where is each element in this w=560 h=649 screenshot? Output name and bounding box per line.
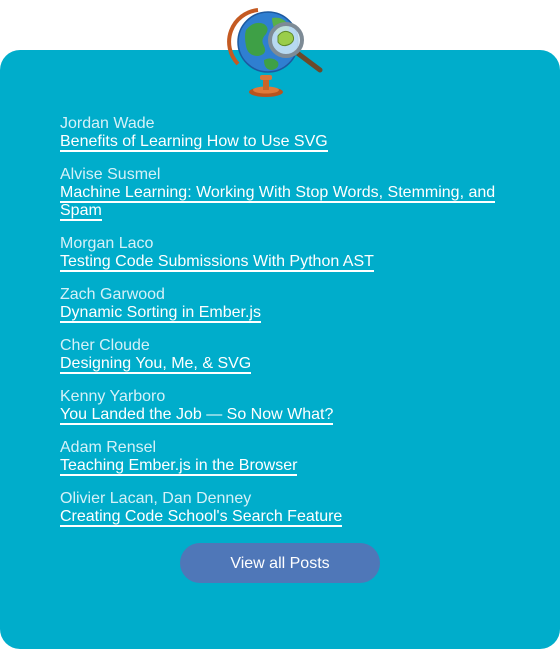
post-item: Kenny Yarboro You Landed the Job — So Now…: [60, 388, 510, 425]
post-title-link[interactable]: Benefits of Learning How to Use SVG: [60, 133, 328, 152]
post-item: Cher Cloude Designing You, Me, & SVG: [60, 337, 510, 374]
post-author: Cher Cloude: [60, 337, 150, 354]
post-author: Adam Rensel: [60, 439, 157, 456]
post-title-link[interactable]: Testing Code Submissions With Python AST: [60, 253, 374, 272]
post-title-link[interactable]: Machine Learning: Working With Stop Word…: [60, 184, 496, 221]
post-author: Zach Garwood: [60, 286, 165, 303]
post-title-link[interactable]: Dynamic Sorting in Ember.js: [60, 304, 261, 323]
post-author: Olivier Lacan, Dan Denney: [60, 490, 252, 507]
post-item: Morgan Laco Testing Code Submissions With…: [60, 235, 510, 272]
post-author: Morgan Laco: [60, 235, 154, 252]
post-item: Olivier Lacan, Dan Denney Creating Code S…: [60, 490, 510, 527]
post-author: Kenny Yarboro: [60, 388, 166, 405]
posts-list: Jordan Wade Benefits of Learning How to U…: [60, 115, 510, 541]
post-item: Alvise Susmel Machine Learning: Working W…: [60, 166, 510, 221]
post-item: Adam Rensel Teaching Ember.js in the Brow…: [60, 439, 510, 476]
post-author: Jordan Wade: [60, 115, 155, 132]
globe-with-magnifier-icon: [227, 8, 323, 97]
post-title-link[interactable]: Designing You, Me, & SVG: [60, 355, 252, 374]
post-title-link[interactable]: Creating Code School's Search Feature: [60, 508, 343, 527]
post-item: Zach Garwood Dynamic Sorting in Ember.js: [60, 286, 510, 323]
post-title-link[interactable]: Teaching Ember.js in the Browser: [60, 457, 298, 476]
post-title-link[interactable]: You Landed the Job — So Now What?: [60, 406, 334, 425]
post-author: Alvise Susmel: [60, 166, 161, 183]
view-all-posts-button[interactable]: View all Posts: [180, 543, 380, 583]
post-item: Jordan Wade Benefits of Learning How to U…: [60, 115, 510, 152]
